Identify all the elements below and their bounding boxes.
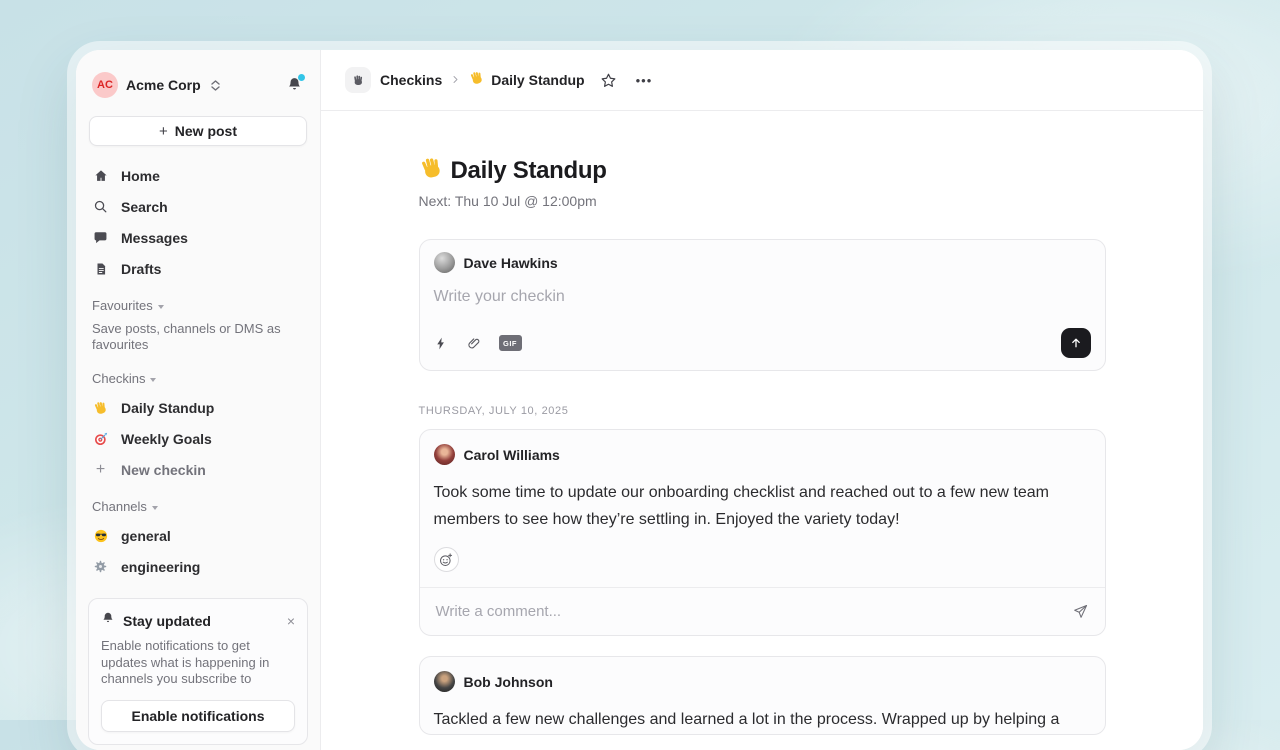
- composer-author-name: Dave Hawkins: [464, 255, 558, 271]
- post-author-name: Carol Williams: [464, 447, 560, 463]
- sidebar-item-messages[interactable]: Messages: [76, 222, 320, 253]
- checkin-post: Carol Williams Took some time to update …: [419, 429, 1106, 636]
- caret-down-icon: [158, 305, 164, 309]
- bell-icon: [101, 611, 115, 630]
- favourites-helper-text: Save posts, channels or DMS as favourite…: [76, 319, 320, 357]
- checkins-hand-icon: [345, 67, 371, 93]
- sidebar-item-label: Daily Standup: [121, 400, 214, 416]
- sidebar-item-label: New checkin: [121, 462, 206, 478]
- avatar: [434, 671, 455, 692]
- plus-icon: +: [159, 123, 168, 140]
- post-body: Tackled a few new challenges and learned…: [434, 707, 1091, 734]
- avatar: [434, 444, 455, 465]
- send-comment-icon[interactable]: [1072, 603, 1089, 620]
- page-title: Daily Standup: [451, 157, 607, 185]
- section-checkins[interactable]: Checkins: [76, 357, 320, 392]
- sidebar-item-drafts[interactable]: Drafts: [76, 253, 320, 284]
- breadcrumb-current[interactable]: Daily Standup: [469, 70, 584, 91]
- lightning-icon[interactable]: [434, 336, 448, 351]
- message-bubble-icon: [92, 230, 109, 245]
- breadcrumb-parent[interactable]: Checkins: [380, 72, 442, 88]
- close-icon[interactable]: ×: [287, 614, 295, 628]
- caret-down-icon: [152, 506, 158, 510]
- sidebar-item-label: Messages: [121, 230, 188, 246]
- sidebar-item-label: general: [121, 528, 171, 544]
- chevron-updown-icon: [211, 80, 220, 91]
- enable-notifications-button[interactable]: Enable notifications: [101, 700, 295, 732]
- workspace-avatar: AC: [92, 72, 118, 98]
- sidebar-item-engineering[interactable]: engineering: [76, 551, 320, 582]
- notifications-bell-icon[interactable]: [286, 76, 304, 94]
- sidebar-item-search[interactable]: Search: [76, 191, 320, 222]
- favourite-star-icon[interactable]: [600, 72, 617, 89]
- stay-updated-card: Stay updated × Enable notifications to g…: [88, 598, 308, 745]
- search-icon: [92, 199, 109, 214]
- checkin-composer: Dave Hawkins Write your checkin GIF: [419, 239, 1106, 371]
- waving-hand-icon: [419, 155, 445, 186]
- sidebar-item-label: Drafts: [121, 261, 161, 277]
- gear-emoji-icon: [92, 559, 109, 574]
- document-icon: [92, 262, 109, 276]
- submit-checkin-button[interactable]: [1061, 328, 1091, 358]
- comment-input[interactable]: Write a comment...: [436, 603, 1072, 620]
- workspace-switcher[interactable]: AC Acme Corp: [76, 50, 320, 108]
- feed-scroll-area[interactable]: Daily Standup Next: Thu 10 Jul @ 12:00pm…: [321, 111, 1203, 750]
- main-area: Checkins Daily Standup •••: [321, 50, 1203, 750]
- unread-dot: [298, 74, 305, 81]
- attachment-icon[interactable]: [466, 336, 481, 351]
- next-occurrence-label: Next: Thu 10 Jul @ 12:00pm: [419, 193, 1106, 209]
- breadcrumb-bar: Checkins Daily Standup •••: [321, 50, 1203, 111]
- section-label: Channels: [92, 499, 147, 514]
- target-icon: [92, 431, 109, 447]
- chevron-right-icon: [451, 71, 460, 89]
- sidebar-item-label: Search: [121, 199, 168, 215]
- date-header: THURSDAY, JULY 10, 2025: [419, 405, 1106, 417]
- avatar: [434, 252, 455, 273]
- sidebar-item-label: Home: [121, 168, 160, 184]
- notice-title: Stay updated: [123, 613, 279, 629]
- section-channels[interactable]: Channels: [76, 485, 320, 520]
- sidebar-item-label: engineering: [121, 559, 200, 575]
- sidebar: AC Acme Corp + New post Home: [76, 50, 321, 750]
- gif-icon[interactable]: GIF: [499, 335, 522, 351]
- new-post-button[interactable]: + New post: [89, 116, 307, 146]
- sidebar-item-daily-standup[interactable]: Daily Standup: [76, 392, 320, 423]
- caret-down-icon: [150, 378, 156, 382]
- section-favourites[interactable]: Favourites: [76, 284, 320, 319]
- section-label: Favourites: [92, 298, 153, 313]
- app-window: AC Acme Corp + New post Home: [76, 50, 1203, 750]
- post-author-name: Bob Johnson: [464, 674, 553, 690]
- sidebar-item-home[interactable]: Home: [76, 160, 320, 191]
- post-body: Took some time to update our onboarding …: [434, 480, 1091, 533]
- waving-hand-icon: [92, 400, 109, 416]
- workspace-name: Acme Corp: [126, 77, 201, 93]
- waving-hand-icon: [469, 70, 485, 91]
- plus-icon: +: [92, 461, 109, 479]
- new-post-label: New post: [175, 123, 237, 139]
- breadcrumb-current-label: Daily Standup: [491, 72, 584, 88]
- sidebar-item-new-checkin[interactable]: + New checkin: [76, 454, 320, 485]
- add-reaction-button[interactable]: [434, 547, 459, 572]
- notice-body: Enable notifications to get updates what…: [101, 638, 295, 688]
- more-options-icon[interactable]: •••: [636, 73, 653, 88]
- checkin-input[interactable]: Write your checkin: [434, 288, 1091, 306]
- sidebar-item-label: Weekly Goals: [121, 431, 212, 447]
- checkin-post: Bob Johnson Tackled a few new challenges…: [419, 656, 1106, 735]
- section-label: Checkins: [92, 371, 145, 386]
- home-icon: [92, 168, 109, 184]
- sidebar-item-general[interactable]: general: [76, 520, 320, 551]
- sidebar-item-weekly-goals[interactable]: Weekly Goals: [76, 423, 320, 454]
- sunglasses-emoji-icon: [92, 528, 109, 544]
